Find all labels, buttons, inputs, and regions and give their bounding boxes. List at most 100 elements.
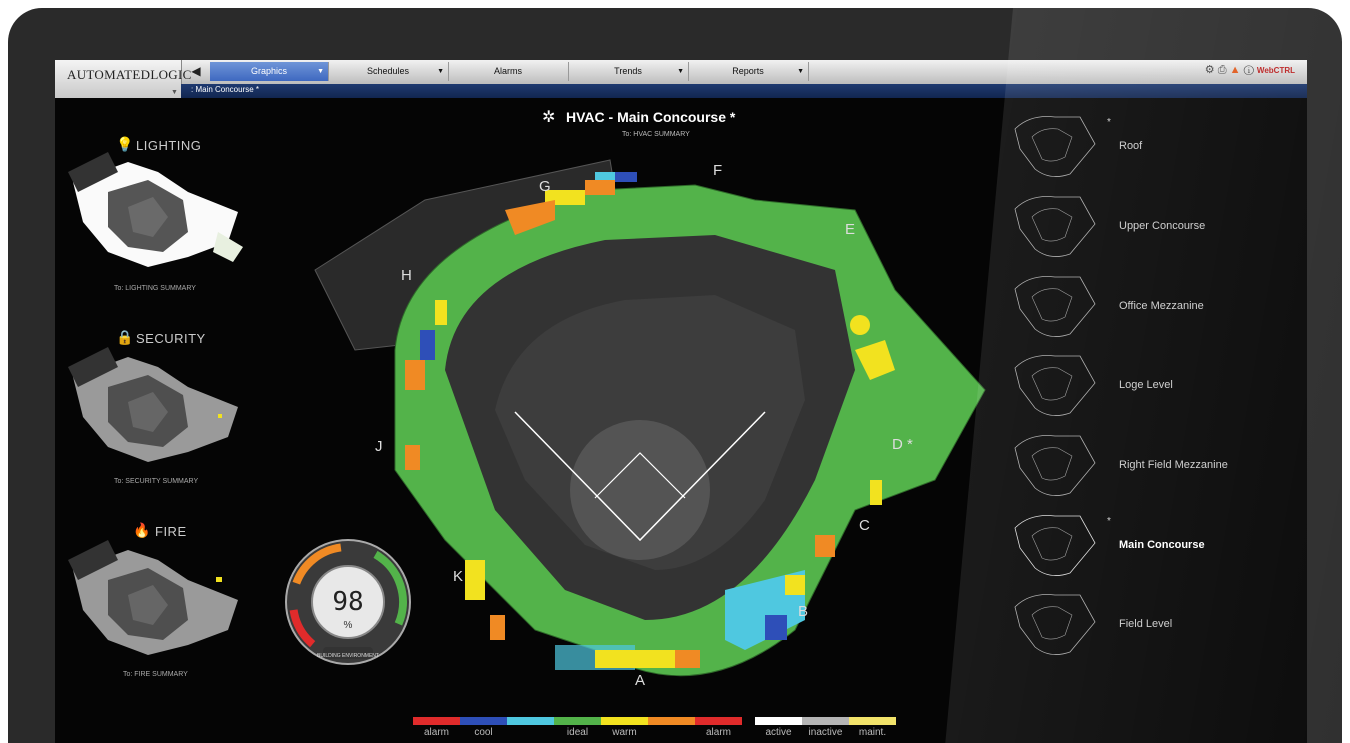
zone-label-c[interactable]: C xyxy=(859,517,870,534)
legend-label: alarm xyxy=(705,727,731,738)
gauge-caption: BUILDING ENVIRONMENT xyxy=(317,653,379,659)
menu-schedules[interactable]: Schedules ▼ xyxy=(328,62,449,81)
level-modified-marker: * xyxy=(1107,516,1111,527)
legend-swatch xyxy=(601,717,648,725)
zone-k-orange[interactable] xyxy=(490,615,505,640)
security-label: SECURITY xyxy=(136,331,206,346)
bulb-icon: 💡 xyxy=(116,136,134,152)
legend-swatch xyxy=(507,717,554,725)
zone-c-warm[interactable] xyxy=(785,575,805,595)
zone-b-blue[interactable] xyxy=(765,615,787,640)
lighting-summary-link[interactable]: To: LIGHTING SUMMARY xyxy=(114,285,196,292)
chevron-down-icon[interactable]: ▼ xyxy=(437,62,444,81)
zone-label-h[interactable]: H xyxy=(401,267,412,284)
legend-swatch xyxy=(460,717,507,725)
chevron-down-icon[interactable]: ▼ xyxy=(317,62,324,81)
chevron-down-icon[interactable]: ▼ xyxy=(797,62,804,81)
fire-summary-link[interactable]: To: FIRE SUMMARY xyxy=(123,671,188,678)
zone-g-warm[interactable] xyxy=(585,180,615,195)
level-thumbnail[interactable] xyxy=(1010,428,1100,503)
menu-trends[interactable]: Trends ▼ xyxy=(568,62,689,81)
zone-e-marker[interactable] xyxy=(850,315,870,335)
level-thumbnail[interactable] xyxy=(1010,269,1100,344)
menu-label: Reports xyxy=(732,66,764,76)
fire-label: FIRE xyxy=(155,524,187,539)
hvac-summary-link[interactable]: To: HVAC SUMMARY xyxy=(622,131,690,138)
breadcrumb: : Main Concourse * xyxy=(181,84,1307,98)
zone-a-warm[interactable] xyxy=(595,650,675,668)
legend-label: ideal xyxy=(566,727,589,738)
zone-label-k[interactable]: K xyxy=(453,568,463,585)
zone-label-d[interactable]: D * xyxy=(892,436,913,453)
zone-label-b[interactable]: B xyxy=(798,603,808,620)
level-label[interactable]: Roof xyxy=(1119,140,1229,152)
security-summary-link[interactable]: To: SECURITY SUMMARY xyxy=(114,478,198,485)
legend-swatch xyxy=(849,717,896,725)
level-thumbnail[interactable] xyxy=(1010,587,1100,662)
back-arrow-icon[interactable]: ◀ xyxy=(185,62,207,80)
menu-alarms[interactable]: Alarms xyxy=(448,62,569,81)
print-icon[interactable]: ⎙ xyxy=(1218,64,1227,76)
lock-icon: 🔒 xyxy=(116,329,134,345)
zone-d-warm[interactable] xyxy=(870,480,882,505)
menu-label: Graphics xyxy=(250,66,287,76)
zone-label-a[interactable]: A xyxy=(635,672,645,689)
menu-label: Alarms xyxy=(493,66,522,76)
zone-g-cool[interactable] xyxy=(595,172,615,180)
zone-label-g[interactable]: G xyxy=(539,178,551,195)
zone-label-e[interactable]: E xyxy=(845,221,855,238)
legend-swatch xyxy=(413,717,460,725)
logo-text: AUTOMATEDLOGIC xyxy=(67,67,192,82)
zone-h-cool[interactable] xyxy=(420,330,435,360)
level-label[interactable]: Upper Concourse xyxy=(1119,220,1229,232)
zone-k-warm[interactable] xyxy=(465,560,485,600)
legend-swatch xyxy=(648,717,695,725)
menu-label: Schedules xyxy=(366,66,410,76)
gauge-value: 98 xyxy=(332,587,364,617)
fire-thumbnail[interactable] xyxy=(68,540,248,660)
help-icon[interactable]: ⓘ xyxy=(1244,64,1254,76)
zone-label-f[interactable]: F xyxy=(713,162,722,179)
warning-icon[interactable]: ▲ xyxy=(1230,64,1241,76)
level-label[interactable]: Office Mezzanine xyxy=(1119,300,1229,312)
legend-label: inactive xyxy=(808,727,843,738)
zone-h-orange[interactable] xyxy=(405,360,425,390)
level-label[interactable]: Field Level xyxy=(1119,618,1229,630)
level-modified-marker: * xyxy=(1107,117,1111,128)
tools-icon[interactable]: ⚙ xyxy=(1205,64,1215,76)
flame-icon: 🔥 xyxy=(133,522,151,538)
level-thumbnail[interactable] xyxy=(1010,109,1100,184)
lighting-label: LIGHTING xyxy=(136,138,202,153)
gauge-unit: % xyxy=(343,620,353,631)
zone-c-orange[interactable] xyxy=(815,535,835,557)
chevron-down-icon[interactable]: ▼ xyxy=(677,62,684,81)
app-logo[interactable]: AUTOMATEDLOGIC ▼ xyxy=(55,60,191,98)
legend-swatch xyxy=(755,717,802,725)
level-thumbnail[interactable] xyxy=(1010,348,1100,423)
page-title: HVAC - Main Concourse * xyxy=(566,109,736,125)
menu-graphics[interactable]: Graphics ▼ xyxy=(210,62,329,81)
webctrl-logo[interactable]: WebCTRL xyxy=(1257,66,1295,75)
zone-label-j[interactable]: J xyxy=(375,438,383,455)
level-thumbnail[interactable] xyxy=(1010,189,1100,264)
zone-h-warm[interactable] xyxy=(435,300,447,325)
zone-f-cool[interactable] xyxy=(615,172,637,182)
lighting-thumbnail[interactable] xyxy=(68,152,248,272)
logo-dropdown-icon[interactable]: ▼ xyxy=(171,88,178,96)
legend-label: maint. xyxy=(858,727,887,738)
level-label[interactable]: Loge Level xyxy=(1119,379,1229,391)
hvac-icon: ✲ xyxy=(542,109,556,126)
menu-reports[interactable]: Reports ▼ xyxy=(688,62,809,81)
legend-swatch xyxy=(554,717,601,725)
legend-label: warm xyxy=(612,727,637,738)
screen: AUTOMATEDLOGIC ▼ ◀ Graphics ▼ Schedules ▼ … xyxy=(55,60,1307,743)
level-thumbnail[interactable] xyxy=(1010,508,1100,583)
breadcrumb-text[interactable]: : Main Concourse * xyxy=(191,85,259,94)
zone-a-orange[interactable] xyxy=(675,650,700,668)
security-thumbnail[interactable] xyxy=(68,347,248,467)
legend-label: active xyxy=(765,727,792,738)
legend-swatch xyxy=(695,717,742,725)
zone-j-orange[interactable] xyxy=(405,445,420,470)
level-label[interactable]: Right Field Mezzanine xyxy=(1119,459,1229,471)
level-label[interactable]: Main Concourse xyxy=(1119,539,1229,551)
